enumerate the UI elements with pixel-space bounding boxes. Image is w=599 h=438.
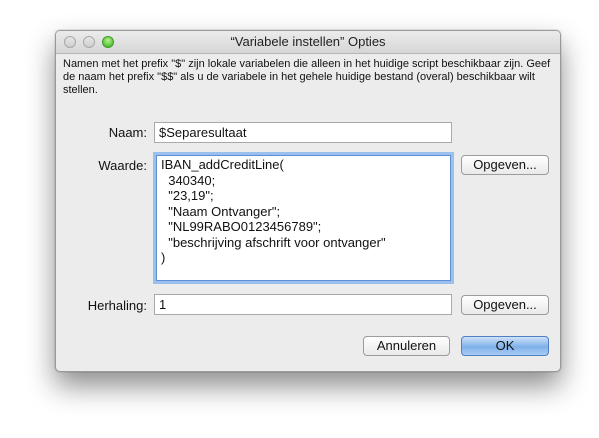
title-bar: “Variabele instellen” Opties <box>56 31 560 54</box>
intro-text: Namen met het prefix "$" zijn lokale var… <box>63 58 551 96</box>
waarde-opgeven-button[interactable]: Opgeven... <box>461 155 549 175</box>
waarde-line: "Naam Ontvanger"; <box>161 203 281 219</box>
cancel-button[interactable]: Annuleren <box>363 336 450 356</box>
waarde-line: 340340; <box>161 172 216 188</box>
waarde-line: "23,19"; <box>161 188 214 203</box>
waarde-line: "NL99RABO0123456789"; <box>161 219 322 234</box>
waarde-textarea[interactable]: IBAN_addCreditLine( 340340; "23,19"; "Na… <box>156 155 451 281</box>
herhaling-label: Herhaling: <box>87 298 147 313</box>
ok-button[interactable]: OK <box>461 336 549 356</box>
waarde-line: ) <box>161 250 166 265</box>
herhaling-opgeven-button[interactable]: Opgeven... <box>461 295 549 315</box>
waarde-line: IBAN_addCreditLine( <box>161 157 284 172</box>
waarde-line: "beschrijving afschrift voor ontvanger" <box>161 234 386 250</box>
window-title: “Variabele instellen” Opties <box>230 34 386 49</box>
options-dialog: “Variabele instellen” Opties Namen met h… <box>55 30 561 372</box>
naam-input[interactable]: $Separesultaat <box>154 122 452 143</box>
herhaling-input[interactable]: 1 <box>154 294 452 315</box>
waarde-label: Waarde: <box>98 158 147 173</box>
naam-label: Naam: <box>108 125 147 140</box>
